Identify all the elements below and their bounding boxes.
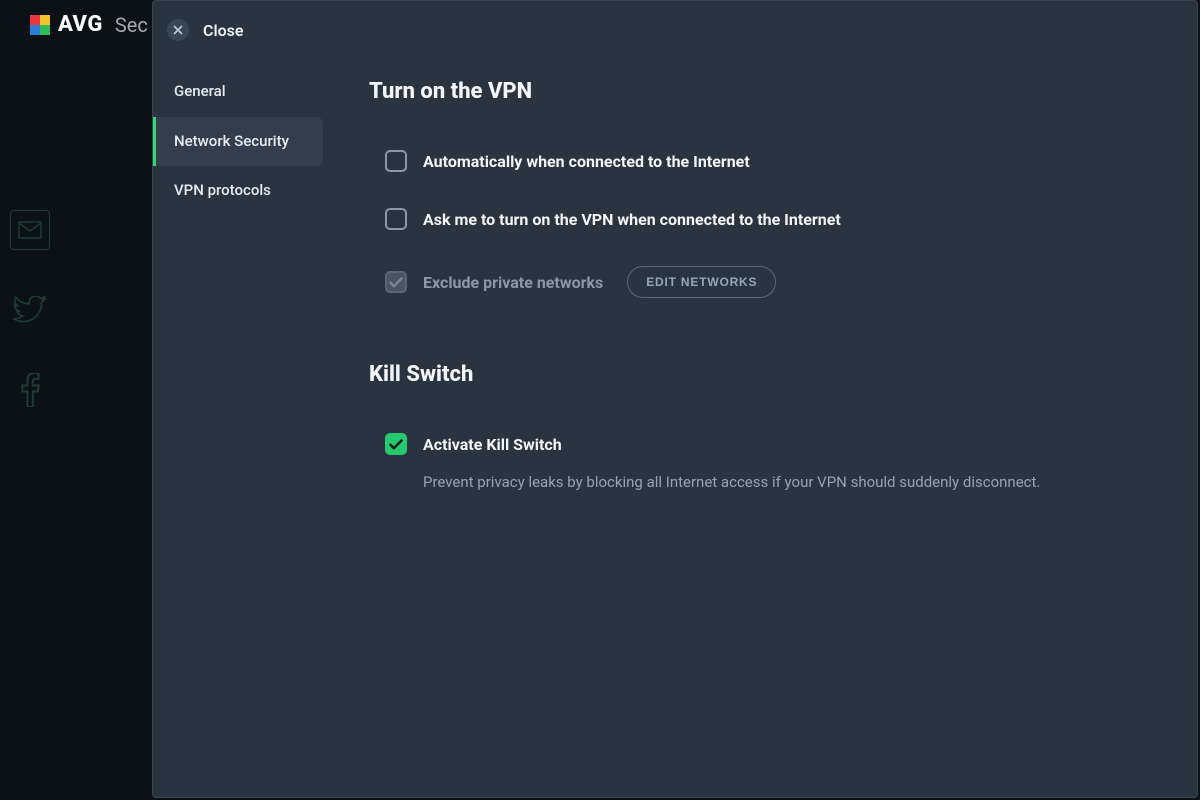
option-exclude-private[interactable]: Exclude private networks EDIT NETWORKS [369,258,1157,306]
option-ask-connect[interactable]: Ask me to turn on the VPN when connected… [369,200,1157,238]
social-strip [0,210,60,410]
app-background: AVG Sec Close General Network Security V… [0,0,1200,800]
settings-sidebar: Close General Network Security VPN proto… [153,1,329,797]
checkbox-ask-connect[interactable] [385,208,407,230]
option-exclude-private-label: Exclude private networks [423,273,603,292]
edit-networks-button[interactable]: EDIT NETWORKS [627,266,776,298]
option-ask-connect-label: Ask me to turn on the VPN when connected… [423,210,841,229]
brand-logo: AVG Sec [30,12,148,37]
product-name-partial: Sec [115,13,148,37]
option-kill-switch-label: Activate Kill Switch [423,435,562,454]
brand-name: AVG [58,12,103,37]
avg-logo-icon [30,15,50,35]
checkbox-kill-switch[interactable] [385,433,407,455]
sidebar-item-network-security[interactable]: Network Security [153,117,323,167]
mail-icon[interactable] [10,210,50,250]
option-kill-switch[interactable]: Activate Kill Switch [369,425,1157,463]
twitter-icon[interactable] [10,290,50,330]
option-auto-connect[interactable]: Automatically when connected to the Inte… [369,142,1157,180]
facebook-icon[interactable] [10,370,50,410]
close-label: Close [203,21,244,40]
checkbox-auto-connect[interactable] [385,150,407,172]
close-button[interactable]: Close [153,19,329,67]
checkbox-exclude-private[interactable] [385,271,407,293]
close-icon [167,19,189,41]
sidebar-item-vpn-protocols[interactable]: VPN protocols [153,166,329,216]
section-kill-switch-title: Kill Switch [369,362,1157,387]
section-turn-on-vpn-title: Turn on the VPN [369,79,1157,104]
kill-switch-description: Prevent privacy leaks by blocking all In… [369,471,1157,494]
sidebar-item-general[interactable]: General [153,67,329,117]
settings-panel: Close General Network Security VPN proto… [152,0,1198,798]
option-auto-connect-label: Automatically when connected to the Inte… [423,152,750,171]
settings-content: Turn on the VPN Automatically when conne… [329,1,1197,797]
